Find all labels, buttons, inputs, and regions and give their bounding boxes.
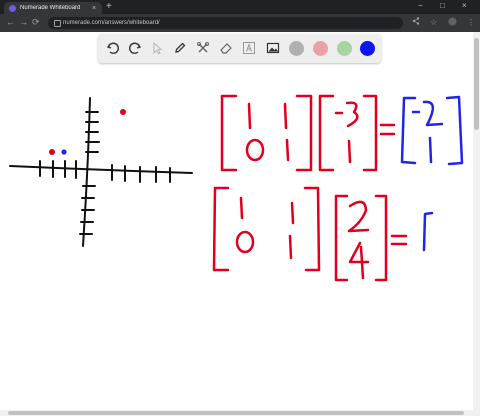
browser-title-bar: Numerade Whiteboard × + − □ × bbox=[0, 0, 480, 14]
equation-1-vector bbox=[318, 94, 378, 172]
minimize-window-button[interactable]: − bbox=[418, 1, 423, 11]
equation-1-equals bbox=[379, 123, 396, 136]
tools-icon[interactable] bbox=[194, 39, 212, 57]
tab-close-icon[interactable]: × bbox=[92, 5, 96, 12]
forward-button[interactable]: → bbox=[19, 17, 28, 28]
reload-button[interactable]: ⟳ bbox=[32, 17, 40, 28]
maximize-window-button[interactable]: □ bbox=[440, 1, 445, 11]
star-icon[interactable]: ☆ bbox=[430, 17, 437, 28]
new-tab-button[interactable]: + bbox=[106, 2, 112, 12]
coordinate-axes bbox=[9, 97, 193, 247]
url-text: numerade.com/answers/whiteboard/ bbox=[63, 20, 160, 26]
equation-2-result-start bbox=[422, 211, 434, 252]
more-vert-icon[interactable]: ⋮ bbox=[467, 17, 475, 28]
numerade-favicon-icon bbox=[9, 4, 16, 12]
close-window-button[interactable]: × bbox=[462, 1, 467, 11]
browser-tab[interactable]: Numerade Whiteboard × bbox=[4, 2, 102, 14]
equation-2-vector bbox=[334, 194, 388, 282]
equation-1-matrix bbox=[220, 94, 313, 172]
image-icon[interactable] bbox=[264, 39, 282, 57]
profile-icon[interactable] bbox=[448, 17, 457, 29]
vertical-scrollbar-thumb[interactable] bbox=[474, 38, 479, 130]
url-field[interactable]: numerade.com/answers/whiteboard/ bbox=[48, 17, 403, 29]
color-swatch-light-green[interactable] bbox=[337, 41, 352, 56]
eraser-icon[interactable] bbox=[217, 39, 235, 57]
back-button[interactable]: ← bbox=[6, 17, 15, 28]
lock-icon bbox=[54, 20, 61, 27]
whiteboard-toolbar bbox=[98, 34, 381, 63]
share-icon[interactable] bbox=[412, 17, 420, 28]
select-icon[interactable] bbox=[148, 39, 166, 57]
color-swatch-blue[interactable] bbox=[360, 41, 375, 56]
redo-icon[interactable] bbox=[126, 39, 144, 57]
browser-address-bar: ← → ⟳ numerade.com/answers/whiteboard/ ☆… bbox=[0, 14, 480, 32]
color-swatch-pink[interactable] bbox=[313, 41, 328, 56]
vertical-scrollbar[interactable] bbox=[473, 32, 480, 416]
whiteboard-drawing bbox=[9, 94, 464, 282]
text-icon[interactable] bbox=[240, 39, 258, 57]
whiteboard-canvas[interactable] bbox=[0, 32, 480, 416]
color-swatch-gray[interactable] bbox=[289, 41, 304, 56]
horizontal-scrollbar[interactable] bbox=[0, 410, 473, 416]
undo-icon[interactable] bbox=[104, 39, 122, 57]
pen-icon[interactable] bbox=[171, 39, 189, 57]
tab-title: Numerade Whiteboard bbox=[20, 5, 81, 11]
equation-2-matrix bbox=[212, 186, 321, 272]
equation-2-equals bbox=[390, 234, 408, 246]
horizontal-scrollbar-thumb[interactable] bbox=[8, 411, 464, 415]
equation-1-result bbox=[400, 95, 464, 166]
